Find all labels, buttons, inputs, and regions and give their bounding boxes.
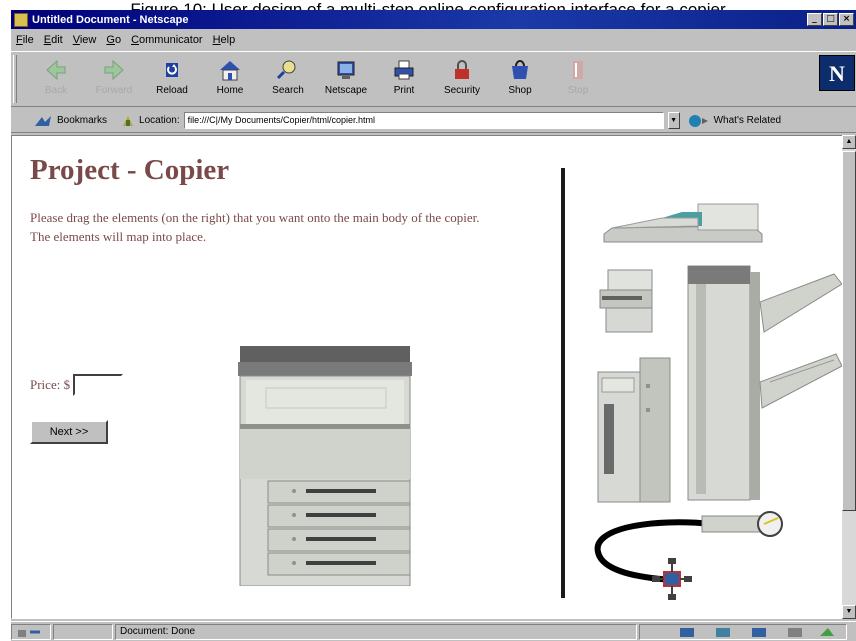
netscape-button[interactable]: Netscape: [317, 54, 375, 104]
high-capacity-tower-part[interactable]: [684, 262, 843, 502]
back-arrow-icon: [46, 59, 66, 81]
toolbar-grip[interactable]: [13, 55, 17, 103]
search-button[interactable]: Search: [259, 54, 317, 104]
url-field[interactable]: file:///C|/My Documents/Copier/html/copi…: [183, 112, 664, 129]
network-cable-part[interactable]: [592, 508, 792, 608]
paper-tray-tower-part[interactable]: [596, 354, 672, 504]
location-icon: [123, 115, 134, 126]
forward-arrow-icon: [104, 59, 124, 81]
shop-button[interactable]: Shop: [491, 54, 549, 104]
related-icon: [688, 114, 708, 127]
print-icon: [394, 60, 414, 80]
bookmarks-button[interactable]: Bookmarks: [33, 114, 107, 128]
search-label: Search: [272, 85, 304, 96]
home-label: Home: [216, 85, 244, 96]
reload-label: Reload: [156, 85, 188, 96]
browser-window: Untitled Document - Netscape _ □ × File …: [10, 10, 856, 641]
finisher-small-part[interactable]: [598, 266, 658, 336]
bookmarks-label: Bookmarks: [57, 115, 108, 126]
home-icon: [220, 61, 240, 81]
stop-button[interactable]: Stop: [549, 54, 607, 104]
menu-file[interactable]: File: [16, 34, 34, 46]
stop-icon: [573, 61, 583, 79]
instructions-text: Please drag the elements (on the right) …: [30, 210, 480, 244]
document-feeder-part[interactable]: [602, 200, 764, 246]
location-toolbar: Bookmarks Location: file:///C|/My Docume…: [11, 109, 856, 133]
back-button[interactable]: Back: [27, 54, 85, 104]
status-bar: Document: Done: [11, 621, 856, 641]
location-label: Location:: [139, 115, 180, 126]
menu-view[interactable]: View: [73, 34, 97, 46]
search-icon: [276, 60, 296, 80]
menu-go[interactable]: Go: [106, 34, 121, 46]
price-input[interactable]: [73, 374, 124, 396]
page-content: Project - Copier Please drag the element…: [11, 135, 843, 619]
menu-bar: File Edit View Go Communicator Help: [11, 31, 856, 49]
menu-help[interactable]: Help: [213, 34, 236, 46]
security-status-cell[interactable]: [11, 623, 51, 640]
netscape-icon: [337, 61, 355, 79]
price-label: Price: $: [30, 377, 71, 392]
vertical-scrollbar[interactable]: ▲ ▼: [842, 135, 856, 619]
stop-label: Stop: [567, 85, 589, 96]
home-button[interactable]: Home: [201, 54, 259, 104]
print-label: Print: [393, 85, 415, 96]
lock-status-icon: [18, 629, 40, 637]
scroll-down-button[interactable]: ▼: [842, 605, 856, 619]
forward-button[interactable]: Forward: [85, 54, 143, 104]
close-button[interactable]: ×: [839, 13, 854, 26]
menu-edit[interactable]: Edit: [44, 34, 63, 46]
maximize-button[interactable]: □: [823, 13, 838, 26]
reload-icon: [166, 63, 178, 77]
next-button[interactable]: Next >>: [30, 420, 108, 444]
vertical-divider: [561, 168, 565, 598]
navigation-toolbar: Back Forward Reload Home Search Netscape…: [11, 51, 856, 107]
price-row: Price: $: [30, 374, 124, 396]
netscape-app-icon: [14, 12, 28, 27]
security-button[interactable]: Security: [433, 54, 491, 104]
component-bar: [639, 623, 847, 640]
netscape-label: Netscape: [324, 85, 368, 96]
netscape-logo[interactable]: N: [819, 55, 855, 91]
reload-button[interactable]: Reload: [143, 54, 201, 104]
shop-label: Shop: [508, 85, 532, 96]
title-bar: Untitled Document - Netscape _ □ ×: [11, 10, 856, 29]
component-icons[interactable]: [644, 626, 840, 638]
url-dropdown-button[interactable]: ▼: [667, 112, 680, 129]
print-button[interactable]: Print: [375, 54, 433, 104]
bookmark-icon: [35, 115, 51, 126]
copier-main-body[interactable]: [238, 346, 412, 586]
whats-related-button[interactable]: What's Related: [688, 114, 782, 128]
forward-label: Forward: [95, 85, 133, 96]
shop-icon: [512, 60, 528, 79]
scroll-up-button[interactable]: ▲: [842, 135, 856, 149]
progress-cell: [53, 623, 113, 640]
menu-communicator[interactable]: Communicator: [131, 34, 203, 46]
security-label: Security: [443, 85, 481, 96]
scroll-thumb[interactable]: [842, 151, 856, 511]
whats-related-label: What's Related: [713, 115, 782, 126]
window-title: Untitled Document - Netscape: [32, 13, 189, 26]
back-label: Back: [44, 85, 68, 96]
status-text: Document: Done: [115, 623, 637, 640]
lock-icon: [455, 60, 469, 79]
minimize-button[interactable]: _: [807, 13, 822, 26]
page-title: Project - Copier: [30, 154, 230, 186]
